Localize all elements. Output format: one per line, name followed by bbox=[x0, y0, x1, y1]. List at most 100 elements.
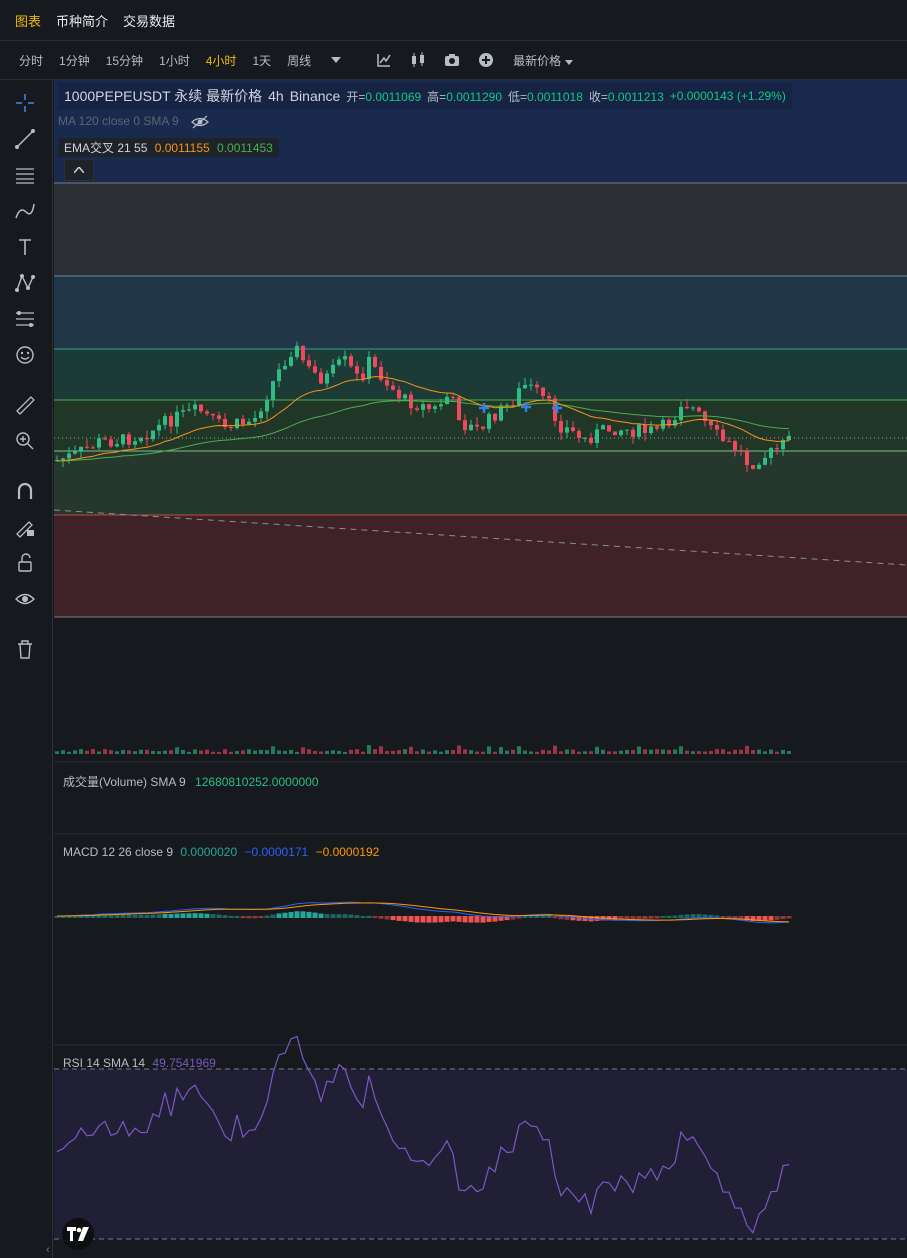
macd-bar bbox=[288, 912, 294, 918]
brush-icon[interactable] bbox=[12, 198, 38, 224]
volume-bar bbox=[163, 750, 167, 754]
volume-bar bbox=[439, 751, 443, 754]
unlock-icon[interactable] bbox=[12, 550, 38, 576]
candle-body bbox=[493, 413, 497, 421]
tab-chart[interactable]: 图表 bbox=[15, 11, 41, 30]
tab-trading-data[interactable]: 交易数据 bbox=[123, 11, 175, 30]
candle-body bbox=[577, 431, 581, 438]
ruler-icon[interactable] bbox=[12, 392, 38, 418]
candle-body bbox=[229, 427, 233, 429]
volume-bar bbox=[463, 749, 467, 754]
candle-body bbox=[463, 420, 467, 431]
candle-body bbox=[259, 411, 263, 418]
macd-bar bbox=[342, 914, 348, 918]
volume-bar bbox=[715, 749, 719, 754]
volume-bar bbox=[217, 751, 221, 754]
macd-bar bbox=[336, 914, 342, 918]
volume-bar bbox=[145, 749, 149, 754]
candle-body bbox=[409, 394, 413, 409]
candle-body bbox=[169, 416, 173, 427]
price-mode-select[interactable]: 最新价格 bbox=[513, 52, 573, 69]
camera-icon[interactable] bbox=[443, 51, 461, 69]
candle-type-icon[interactable] bbox=[409, 51, 427, 69]
rsi-label: RSI 14 SMA 14 bbox=[63, 1056, 146, 1070]
volume-bar bbox=[577, 751, 581, 754]
volume-bar bbox=[637, 746, 641, 754]
volume-bar bbox=[157, 751, 161, 754]
candle-body bbox=[565, 427, 569, 433]
volume-bar bbox=[295, 751, 299, 754]
tf-time[interactable]: 分时 bbox=[19, 52, 43, 69]
volume-bar bbox=[673, 749, 677, 754]
symbol-name[interactable]: 1000PEPEUSDT 永续 最新价格 bbox=[64, 86, 262, 106]
indicators-icon[interactable] bbox=[375, 51, 393, 69]
macd-bar bbox=[396, 916, 402, 921]
chart-canvas[interactable] bbox=[54, 80, 907, 1258]
volume-bar bbox=[595, 746, 599, 754]
candle-body bbox=[679, 406, 683, 421]
volume-bar bbox=[265, 750, 269, 754]
candle-body bbox=[373, 356, 377, 367]
volume-bar bbox=[625, 749, 629, 754]
pattern-icon[interactable] bbox=[12, 270, 38, 296]
fib-icon[interactable] bbox=[12, 306, 38, 332]
macd-bar bbox=[348, 914, 354, 918]
volume-bar bbox=[643, 749, 647, 754]
trash-icon[interactable] bbox=[12, 636, 38, 662]
candle-body bbox=[337, 359, 341, 365]
tf-1w[interactable]: 周线 bbox=[287, 52, 311, 69]
volume-bar bbox=[319, 751, 323, 754]
volume-bar bbox=[445, 750, 449, 754]
eye-hidden-icon[interactable] bbox=[190, 115, 210, 129]
macd-bar bbox=[594, 916, 600, 921]
emoji-icon[interactable] bbox=[12, 342, 38, 368]
scroll-left-icon[interactable]: ‹ bbox=[46, 1244, 50, 1256]
volume-bar bbox=[505, 750, 509, 754]
timeframe-dropdown-icon[interactable] bbox=[327, 51, 345, 69]
macd-bar bbox=[162, 913, 168, 918]
candle-body bbox=[187, 409, 191, 411]
collapse-legend-button[interactable] bbox=[64, 159, 94, 181]
macd-bar bbox=[456, 916, 462, 922]
volume-bar bbox=[481, 751, 485, 754]
volume-bar bbox=[649, 749, 653, 754]
volume-bar bbox=[487, 746, 491, 754]
volume-bar bbox=[751, 750, 755, 754]
ema-indicator[interactable]: EMA交叉 21 55 0.0011155 0.0011453 bbox=[58, 138, 279, 157]
text-icon[interactable] bbox=[12, 234, 38, 260]
candle-body bbox=[109, 439, 113, 447]
tab-coin-info[interactable]: 币种简介 bbox=[56, 11, 108, 30]
horizontal-lines-icon[interactable] bbox=[12, 162, 38, 188]
volume-bar bbox=[727, 751, 731, 754]
lock-drawing-icon[interactable] bbox=[12, 514, 38, 540]
candle-body bbox=[241, 418, 245, 425]
macd-bar bbox=[366, 915, 372, 918]
macd-bar bbox=[390, 916, 396, 921]
macd-bar bbox=[126, 914, 132, 918]
volume-bar bbox=[199, 750, 203, 754]
macd-bar bbox=[684, 914, 690, 918]
macd-bar bbox=[354, 915, 360, 918]
tf-4h[interactable]: 4小时 bbox=[206, 52, 237, 69]
macd-bar bbox=[222, 915, 228, 918]
crosshair-icon[interactable] bbox=[12, 90, 38, 116]
trend-line-icon[interactable] bbox=[12, 126, 38, 152]
volume-bar bbox=[85, 750, 89, 754]
zoom-icon[interactable] bbox=[12, 428, 38, 454]
tradingview-logo-icon[interactable] bbox=[62, 1218, 94, 1250]
macd-bar bbox=[234, 915, 240, 918]
tf-1d[interactable]: 1天 bbox=[252, 52, 271, 69]
tf-1h[interactable]: 1小时 bbox=[159, 52, 190, 69]
tf-15m[interactable]: 15分钟 bbox=[106, 52, 143, 69]
eye-icon[interactable] bbox=[12, 586, 38, 612]
candle-body bbox=[325, 373, 329, 384]
tf-1m[interactable]: 1分钟 bbox=[59, 52, 90, 69]
magnet-icon[interactable] bbox=[12, 478, 38, 504]
volume-bar bbox=[733, 749, 737, 754]
add-icon[interactable] bbox=[477, 51, 495, 69]
volume-bar bbox=[181, 750, 185, 754]
candle-body bbox=[607, 425, 611, 432]
candle-body bbox=[457, 397, 461, 421]
chart-toolbar: 分时 1分钟 15分钟 1小时 4小时 1天 周线 最新价格 bbox=[0, 41, 907, 80]
ma-indicator[interactable]: MA 120 close 0 SMA 9 bbox=[58, 114, 210, 129]
